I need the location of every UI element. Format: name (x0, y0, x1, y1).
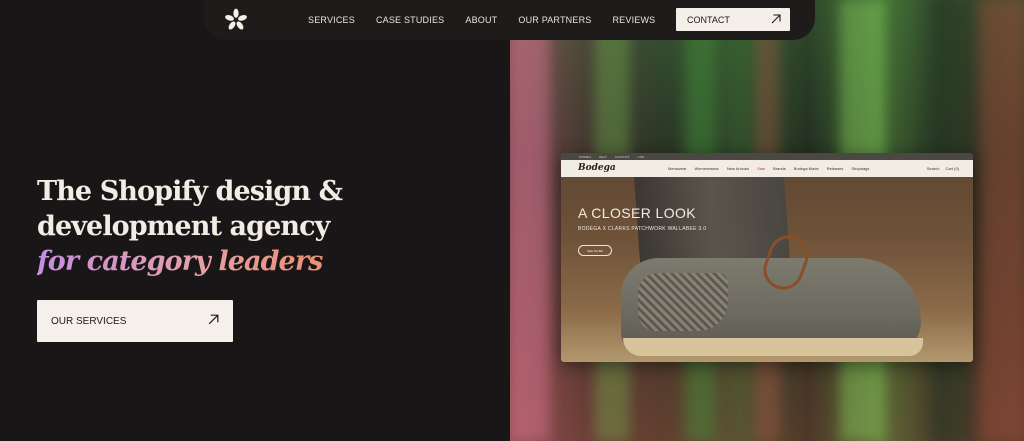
mockup-utility-link: HELP (598, 154, 607, 159)
mockup-utility-bar: WOMEN HELP ACCOUNT USD (561, 153, 973, 160)
hero-heading-line-2: development agency (37, 211, 330, 242)
our-services-button-label: OUR SERVICES (51, 315, 127, 327)
case-study-website-mockup: WOMEN HELP ACCOUNT USD Bodega Menswear W… (561, 153, 973, 362)
our-services-button[interactable]: OUR SERVICES (37, 300, 233, 342)
hero-heading-line-1: The Shopify design & (37, 176, 343, 207)
mockup-search-link: Search (926, 166, 940, 171)
mockup-menu-item: Womenswear (694, 166, 719, 171)
mockup-hero-heading: A CLOSER LOOK (578, 205, 697, 221)
mockup-menu-item: Releases (826, 166, 844, 171)
mockup-hero-subheading: BODEGA X CLARKS PATCHWORK WALLABEE 3.0 (578, 226, 707, 232)
mockup-menu-item: Shopbags (851, 166, 870, 171)
mockup-menu-item: Menswear (668, 166, 687, 171)
contact-button[interactable]: CONTACT (676, 8, 790, 31)
nav-link-reviews[interactable]: REVIEWS (612, 15, 655, 25)
shoe-sole (623, 338, 923, 356)
mockup-menu-item: New Arrivals (726, 166, 750, 171)
mockup-cart-link: Cart (0) (945, 166, 959, 171)
hero-heading-accent: for category leaders (37, 244, 357, 279)
arrow-up-right-icon (770, 13, 782, 27)
mockup-header-right: Search Cart (0) (927, 166, 959, 171)
nav-links: SERVICES CASE STUDIES ABOUT OUR PARTNERS… (308, 0, 676, 40)
mockup-see-more-button: SEE MORE (578, 245, 612, 256)
arrow-up-right-icon (207, 313, 220, 329)
contact-button-label: CONTACT (687, 14, 730, 25)
nav-link-our-partners[interactable]: OUR PARTNERS (518, 15, 591, 25)
mockup-logo: Bodega (578, 163, 616, 173)
mockup-menu-item: Sale (757, 166, 766, 171)
hero-heading: The Shopify design & development agency … (37, 174, 357, 279)
nav-link-services[interactable]: SERVICES (308, 15, 355, 25)
mockup-utility-link: WOMEN (579, 154, 591, 159)
nav-link-about[interactable]: ABOUT (465, 15, 497, 25)
mockup-utility-link: ACCOUNT (614, 154, 630, 159)
nav-link-case-studies[interactable]: CASE STUDIES (376, 15, 444, 25)
mockup-menu-item: Brands (773, 166, 786, 171)
top-navigation: SERVICES CASE STUDIES ABOUT OUR PARTNERS… (204, 0, 815, 40)
mockup-utility-link: USD (637, 154, 644, 159)
mockup-header: Bodega Menswear Womenswear New Arrivals … (561, 160, 973, 177)
mockup-menu-item: Bodega Made (793, 166, 819, 171)
mockup-menu: Menswear Womenswear New Arrivals Sale Br… (668, 166, 869, 171)
shoe-patchwork-pattern (638, 273, 728, 331)
asterisk-flower-icon[interactable] (224, 8, 248, 32)
